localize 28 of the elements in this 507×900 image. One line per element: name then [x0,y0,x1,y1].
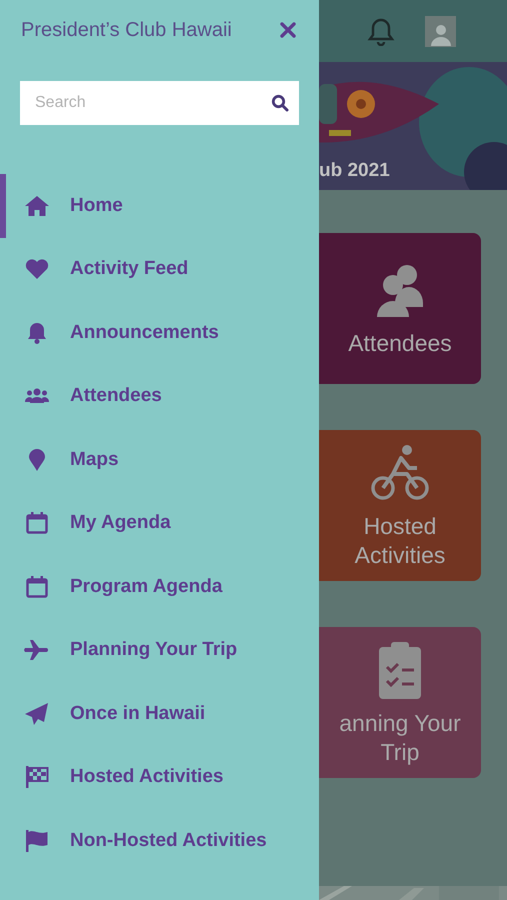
close-button[interactable] [278,20,298,40]
menu-item[interactable]: Planning Your Trip [0,618,319,682]
tile-label: Hosted Activities [354,512,446,570]
paper-plane-icon [24,700,50,727]
search-icon [271,94,289,112]
tile-label: anning Your Trip [338,708,462,766]
tile-label: Attendees [348,329,452,358]
menu-tile[interactable]: Hosted Activities [319,430,481,581]
menu-item[interactable]: Attendees [0,364,319,428]
calendar-icon [24,574,50,600]
menu-item[interactable]: Non-Hosted Activities [0,809,319,872]
bell-icon[interactable] [367,16,395,46]
calendar-icon [24,510,50,536]
menu-item[interactable]: Hosted Activities [0,746,319,809]
drawer-title: President’s Club Hawaii [21,18,232,42]
menu-tile[interactable]: Attendees [319,233,481,384]
flag-icon [24,828,50,854]
menu-item[interactable]: Program Agenda [0,555,319,618]
menu-item[interactable]: Once in Hawaii [0,682,319,746]
avatar-button[interactable] [425,16,456,46]
menu-item[interactable]: Activity Feed [0,238,319,301]
search-field[interactable]: Search [20,81,299,125]
checkered-flag-icon [24,764,50,790]
menu-item[interactable]: Maps [0,428,319,492]
menu-item[interactable]: Announcements [0,301,319,364]
menu-tile[interactable]: anning Your Trip [319,627,481,778]
banner-caption: ub 2021 [319,160,390,182]
menu-item[interactable]: My Agenda [0,492,319,555]
